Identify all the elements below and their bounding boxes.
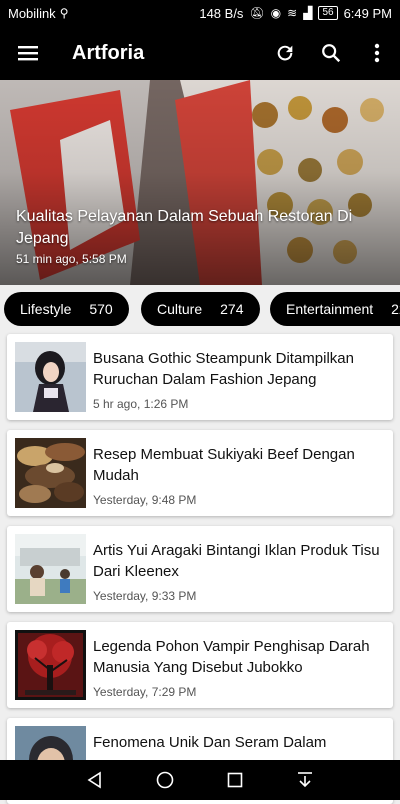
recents-square-icon [227, 772, 243, 788]
article-timestamp: Yesterday, 9:48 PM [93, 493, 197, 507]
notification-pull-button[interactable] [285, 760, 325, 800]
more-vert-icon [374, 43, 380, 63]
featured-timestamp: 51 min ago, 5:58 PM [16, 252, 127, 266]
article-thumbnail [15, 438, 86, 508]
article-card[interactable]: Resep Membuat Sukiyaki Beef Dengan Mudah… [7, 430, 393, 516]
home-circle-icon [156, 771, 174, 789]
back-triangle-icon [87, 771, 101, 789]
article-title: Busana Gothic Steampunk Ditampilkan Ruru… [93, 350, 354, 388]
article-thumbnail [15, 342, 86, 412]
hamburger-menu-icon [18, 46, 38, 61]
refresh-button[interactable] [262, 26, 308, 80]
chip-culture[interactable]: Culture 274 [141, 292, 260, 326]
system-nav-bar [0, 760, 400, 800]
signal-icon: ▟ [303, 6, 313, 20]
chip-lifestyle[interactable]: Lifestyle 570 [4, 292, 129, 326]
category-chips: Lifestyle 570 Culture 274 Entertainment … [0, 285, 400, 333]
overflow-menu-button[interactable] [354, 26, 400, 80]
back-button[interactable] [75, 760, 115, 800]
eye-icon: ◉ [270, 6, 282, 20]
article-card[interactable]: Legenda Pohon Vampir Penghisap Darah Man… [7, 622, 393, 708]
app-title: Artforia [72, 41, 145, 64]
pull-down-icon [298, 772, 312, 788]
recents-button[interactable] [215, 760, 255, 800]
chip-entertainment[interactable]: Entertainment 22 [270, 292, 400, 326]
article-timestamp: Yesterday, 7:29 PM [93, 685, 197, 699]
featured-title: Kualitas Pelayanan Dalam Sebuah Restoran… [16, 208, 353, 247]
refresh-icon [277, 45, 293, 61]
chip-label: Lifestyle [20, 301, 72, 317]
status-bar: Mobilink ⚲ 148 B/s 🔕︎ ◉ ≋ ▟ 56 6:49 PM [0, 0, 400, 26]
app-bar: Artforia [0, 26, 400, 80]
chip-label: Entertainment [286, 301, 374, 317]
article-title: Artis Yui Aragaki Bintangi Iklan Produk … [93, 542, 380, 580]
article-timestamp: Yesterday, 9:33 PM [93, 589, 197, 603]
battery-icon: 56 [318, 6, 338, 20]
article-thumbnail [15, 630, 86, 700]
article-thumbnail [15, 534, 86, 604]
article-card[interactable]: Artis Yui Aragaki Bintangi Iklan Produk … [7, 526, 393, 612]
featured-article[interactable]: Kualitas Pelayanan Dalam Sebuah Restoran… [0, 80, 400, 285]
article-timestamp: 5 hr ago, 1:26 PM [93, 397, 189, 411]
article-title: Legenda Pohon Vampir Penghisap Darah Man… [93, 638, 370, 676]
usb-icon: ⚲ [59, 6, 69, 20]
network-speed: 148 B/s [199, 5, 244, 21]
clock: 6:49 PM [343, 5, 392, 21]
wifi-icon: ≋ [287, 6, 298, 20]
mute-icon: 🔕︎ [249, 6, 265, 20]
carrier-label: Mobilink [8, 5, 56, 21]
chip-count: 274 [220, 301, 244, 317]
chip-count: 570 [89, 301, 113, 317]
article-card[interactable]: Busana Gothic Steampunk Ditampilkan Ruru… [7, 334, 393, 420]
search-icon [322, 44, 341, 63]
article-title: Resep Membuat Sukiyaki Beef Dengan Mudah [93, 446, 355, 484]
menu-button[interactable] [0, 26, 56, 80]
chip-count: 22 [391, 301, 400, 317]
home-button[interactable] [145, 760, 185, 800]
chip-label: Culture [157, 301, 203, 317]
article-title: Fenomena Unik Dan Seram Dalam [93, 734, 327, 751]
search-button[interactable] [308, 26, 354, 80]
